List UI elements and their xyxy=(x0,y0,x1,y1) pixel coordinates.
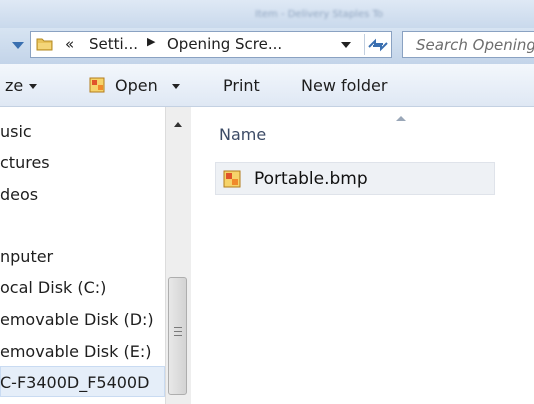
print-button[interactable]: Print xyxy=(223,76,260,95)
nav-item-local-disk-c[interactable]: ocal Disk (C:) xyxy=(0,278,106,297)
breadcrumb-settings[interactable]: Setti... xyxy=(89,35,138,53)
search-input[interactable]: Search Opening xyxy=(416,36,534,54)
nav-item-music[interactable]: usic xyxy=(0,122,32,141)
scroll-up-arrow-icon[interactable] xyxy=(174,122,182,127)
organize-button[interactable]: ze xyxy=(5,76,38,95)
address-bar[interactable]: « Setti... ▶ Opening Scre... xyxy=(30,31,392,58)
organize-label: ze xyxy=(5,76,24,95)
open-dropdown-button[interactable] xyxy=(166,76,180,95)
refresh-button[interactable] xyxy=(364,34,391,55)
address-overflow[interactable]: « xyxy=(65,35,74,53)
navigation-bar: « Setti... ▶ Opening Scre... Search Open… xyxy=(0,28,534,65)
chevron-down-icon xyxy=(172,84,180,89)
nav-item-pictures[interactable]: ctures xyxy=(0,153,50,172)
print-label: Print xyxy=(223,76,260,95)
file-name: Portable.bmp xyxy=(254,169,368,189)
new-folder-label: New folder xyxy=(301,76,388,95)
open-button[interactable]: Open xyxy=(115,76,158,95)
file-list-pane: Name Portable.bmp xyxy=(191,107,534,404)
paint-open-icon[interactable] xyxy=(88,76,106,94)
command-toolbar: ze Open Print New folder xyxy=(0,64,534,107)
open-label: Open xyxy=(115,76,158,95)
bmp-file-icon xyxy=(223,170,241,188)
nav-item-removable-disk-d[interactable]: emovable Disk (D:) xyxy=(0,310,154,329)
nav-item-removable-disk-e[interactable]: emovable Disk (E:) xyxy=(0,342,151,361)
grip-line xyxy=(174,331,182,332)
folder-icon xyxy=(36,38,53,51)
sort-ascending-icon xyxy=(396,116,406,121)
window-titlebar: Item - Delivery Staples To xyxy=(0,0,534,28)
refresh-icon xyxy=(368,38,388,52)
breadcrumb-opening-screen[interactable]: Opening Scre... xyxy=(167,35,282,53)
nav-item-computer[interactable]: nputer xyxy=(0,247,53,266)
window-title: Item - Delivery Staples To xyxy=(255,9,384,20)
column-header-name[interactable]: Name xyxy=(219,125,266,144)
chevron-down-icon xyxy=(29,84,38,89)
breadcrumb-separator[interactable]: ▶ xyxy=(147,35,155,48)
navigation-pane: usic ctures deos nputer ocal Disk (C:) e… xyxy=(0,107,165,404)
file-item[interactable]: Portable.bmp xyxy=(215,162,495,195)
address-dropdown-icon[interactable] xyxy=(341,42,351,48)
nav-scrollbar[interactable] xyxy=(165,107,191,404)
nav-item-videos[interactable]: deos xyxy=(0,185,38,204)
search-box[interactable]: Search Opening xyxy=(402,31,534,58)
scroll-thumb[interactable] xyxy=(168,277,187,395)
new-folder-button[interactable]: New folder xyxy=(301,76,387,95)
nav-item-camera-device[interactable]: C-F3400D_F5400D xyxy=(0,373,149,392)
back-dropdown-icon[interactable] xyxy=(12,42,24,49)
grip-line xyxy=(174,327,182,328)
grip-line xyxy=(174,335,182,336)
